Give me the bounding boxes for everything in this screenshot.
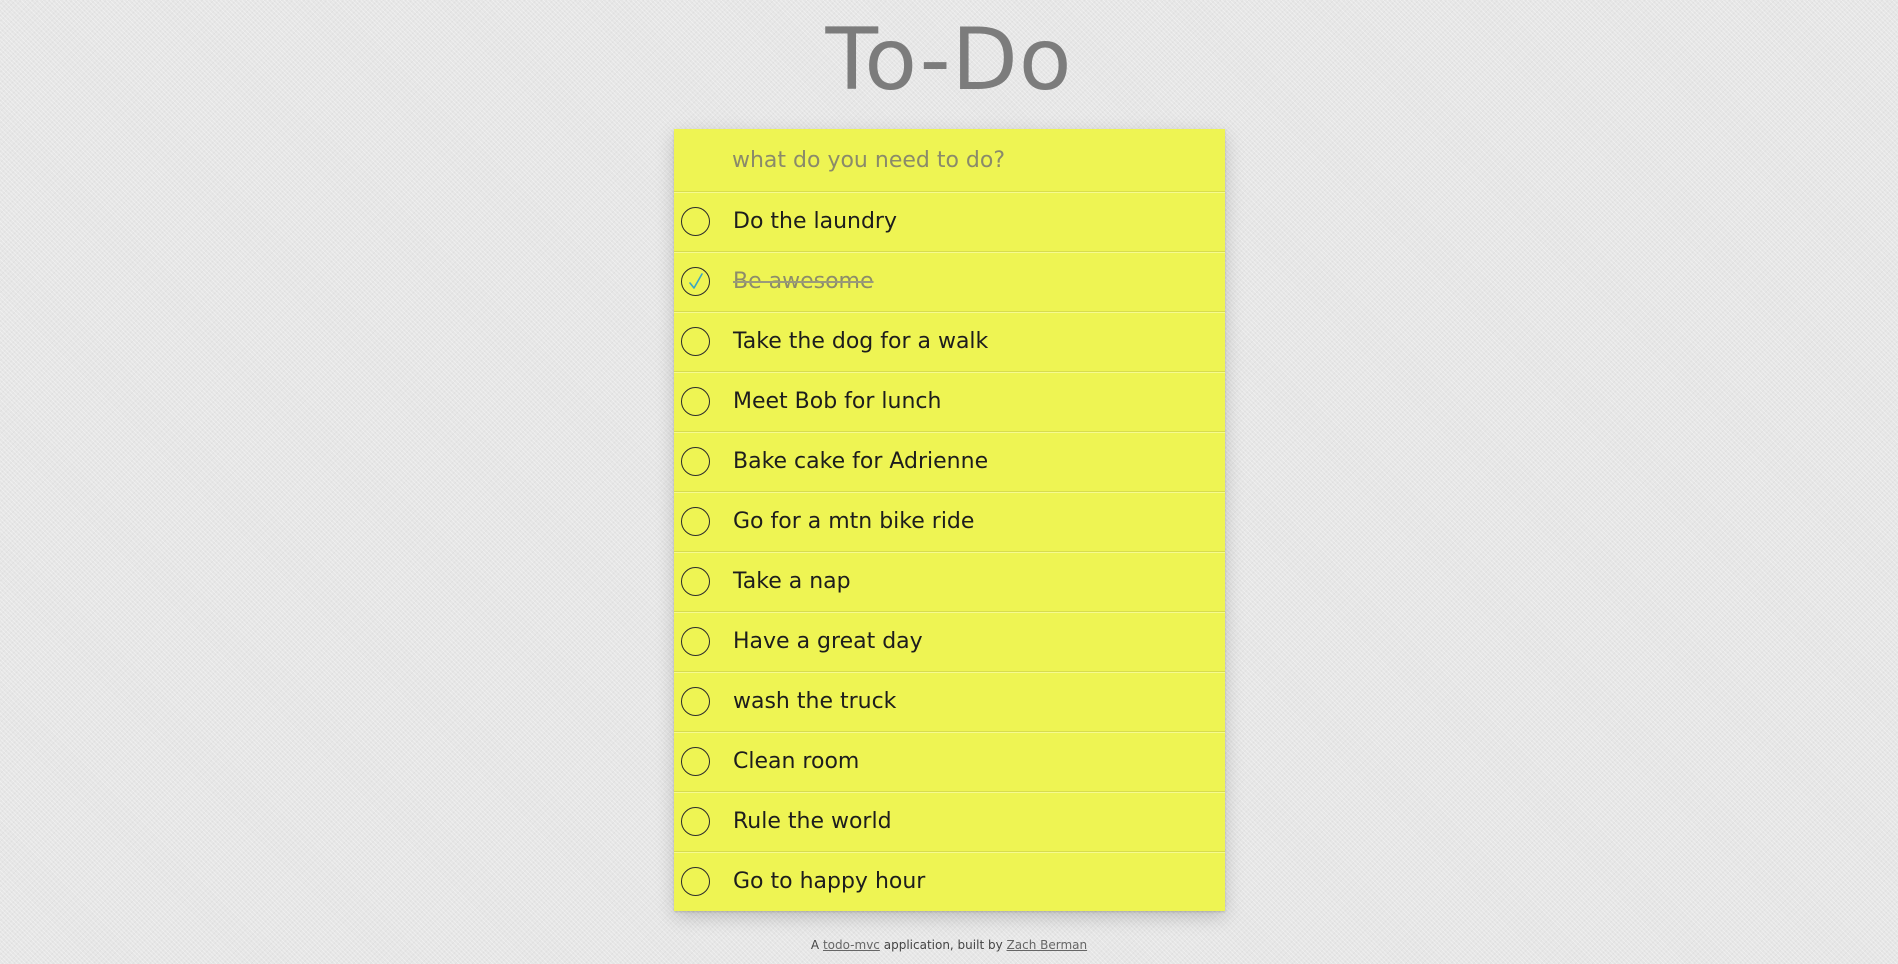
todo-item: Go to happy hour bbox=[674, 852, 1225, 911]
todo-toggle-checkbox[interactable] bbox=[681, 267, 710, 296]
footer-prefix: A bbox=[810, 938, 820, 952]
todo-label[interactable]: Be awesome bbox=[733, 253, 874, 311]
todo-toggle-checkbox[interactable] bbox=[681, 567, 710, 596]
todo-item: Take the dog for a walk bbox=[674, 312, 1225, 372]
todo-item: Be awesome bbox=[674, 252, 1225, 312]
footer-middle-text: application, built by bbox=[883, 938, 1003, 952]
page-title: To-Do bbox=[825, 10, 1073, 110]
todo-label[interactable]: Take the dog for a walk bbox=[733, 313, 988, 371]
todo-item: Take a nap bbox=[674, 552, 1225, 612]
todo-label[interactable]: Do the laundry bbox=[733, 193, 897, 251]
todo-toggle-checkbox[interactable] bbox=[681, 747, 710, 776]
todo-toggle-checkbox[interactable] bbox=[681, 387, 710, 416]
info-footer: A todo-mvc application, built by Zach Be… bbox=[0, 938, 1898, 952]
todo-toggle-checkbox[interactable] bbox=[681, 207, 710, 236]
todo-label[interactable]: Clean room bbox=[733, 733, 859, 791]
todo-label[interactable]: wash the truck bbox=[733, 673, 896, 731]
todo-label[interactable]: Go to happy hour bbox=[733, 853, 925, 911]
todo-toggle-checkbox[interactable] bbox=[681, 327, 710, 356]
todo-toggle-checkbox[interactable] bbox=[681, 447, 710, 476]
todo-label[interactable]: Bake cake for Adrienne bbox=[733, 433, 988, 491]
todo-label[interactable]: Go for a mtn bike ride bbox=[733, 493, 974, 551]
new-todo-row bbox=[674, 129, 1225, 192]
todo-item: Rule the world bbox=[674, 792, 1225, 852]
todo-item: Have a great day bbox=[674, 612, 1225, 672]
todo-label[interactable]: Take a nap bbox=[733, 553, 851, 611]
todo-item: Bake cake for Adrienne bbox=[674, 432, 1225, 492]
check-mark-icon bbox=[689, 273, 703, 289]
todo-toggle-checkbox[interactable] bbox=[681, 627, 710, 656]
todo-item: Clean room bbox=[674, 732, 1225, 792]
todomvc-link[interactable]: todo-mvc bbox=[823, 938, 880, 952]
todo-item: Go for a mtn bike ride bbox=[674, 492, 1225, 552]
todo-toggle-checkbox[interactable] bbox=[681, 807, 710, 836]
new-todo-input[interactable] bbox=[732, 129, 1212, 191]
todo-list: Do the laundry Be awesome Take the dog f… bbox=[674, 192, 1225, 911]
todo-label[interactable]: Rule the world bbox=[733, 793, 892, 851]
todo-toggle-checkbox[interactable] bbox=[681, 867, 710, 896]
todo-item: Do the laundry bbox=[674, 192, 1225, 252]
todo-toggle-checkbox[interactable] bbox=[681, 507, 710, 536]
todo-item: Meet Bob for lunch bbox=[674, 372, 1225, 432]
todo-item: wash the truck bbox=[674, 672, 1225, 732]
author-link[interactable]: Zach Berman bbox=[1007, 938, 1088, 952]
todo-label[interactable]: Have a great day bbox=[733, 613, 923, 671]
todo-app: Do the laundry Be awesome Take the dog f… bbox=[674, 129, 1225, 911]
todo-label[interactable]: Meet Bob for lunch bbox=[733, 373, 941, 431]
todo-toggle-checkbox[interactable] bbox=[681, 687, 710, 716]
